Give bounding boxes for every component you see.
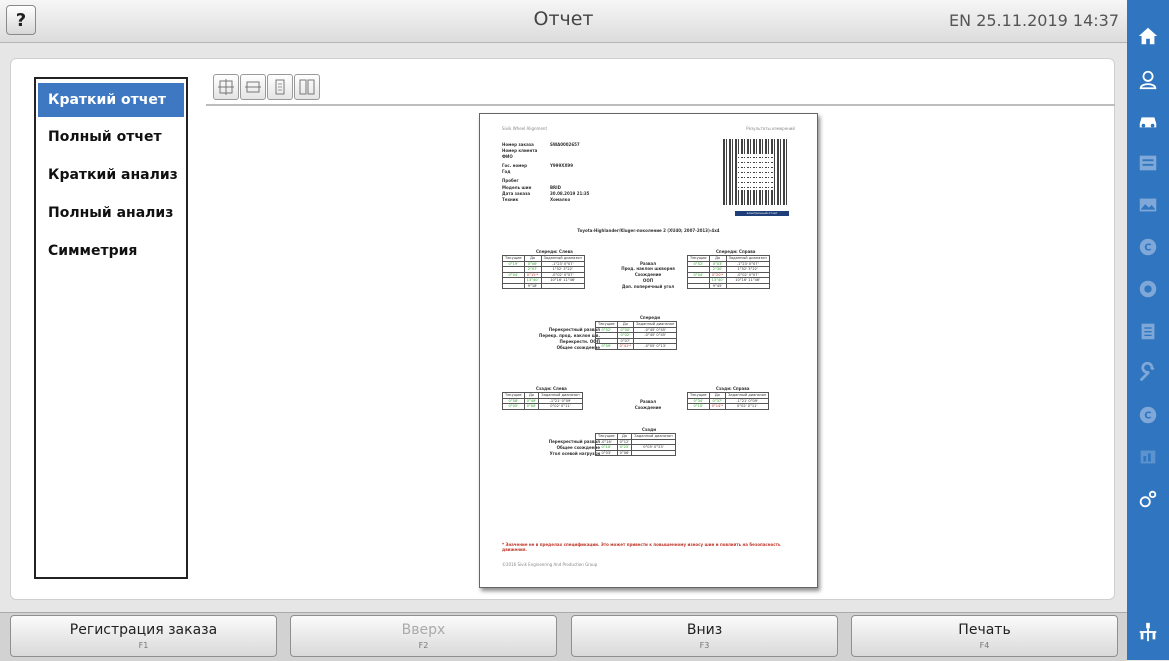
field-value: BRID (550, 185, 561, 190)
gears-icon[interactable] (1127, 479, 1169, 519)
language-datetime: EN 25.11.2019 14:37 (949, 11, 1119, 30)
button-label: Регистрация заказа (69, 622, 218, 638)
rear-left-table: Текущие До Заданный диапазон 0°58' 0°49' -1°… (502, 392, 583, 410)
front-title: Спереди (640, 315, 661, 320)
fit-width-button[interactable] (240, 74, 266, 100)
single-page-icon (275, 79, 285, 95)
param-label: ООП (642, 278, 654, 283)
network-icon[interactable] (1127, 612, 1169, 652)
front-right-table: Текущие До Заданный диапазон 0°52' 0°03' -1°… (687, 255, 770, 289)
title-bar: ? Отчет EN 25.11.2019 14:37 (0, 0, 1127, 43)
electronic-report-badge: электронный отчет (735, 211, 789, 216)
print-button[interactable]: Печать F4 (851, 615, 1118, 657)
param-label: Развал (639, 399, 657, 404)
rear-title: Сзади (642, 427, 656, 432)
menu-item-short-report[interactable]: Краткий отчет (38, 83, 184, 117)
qr-code (723, 139, 789, 205)
rear-right-table: Текущие До Заданный диапазон 0°34' 0°37' -1°… (687, 392, 770, 410)
button-key-hint: F4 (979, 641, 990, 650)
field-label: Дата заказа (502, 191, 531, 196)
toolbar-divider (206, 104, 1115, 106)
param-label: Схождение (634, 272, 662, 277)
button-key-hint: F2 (418, 641, 429, 650)
param-label: Перекр. прод. наклон шв. (539, 333, 600, 338)
fit-page-icon (218, 79, 234, 95)
up-button[interactable]: Вверх F2 (290, 615, 557, 657)
param-label: Схождение (634, 405, 662, 410)
list-icon[interactable] (1127, 143, 1169, 183)
param-label: Общее схождение (556, 445, 600, 450)
button-label: Вниз (686, 622, 723, 638)
wrench-icon[interactable] (1127, 353, 1169, 393)
front-cross-table: Текущие До Заданный диапазон 0°02' 0°00' -0°… (595, 321, 678, 350)
rear-right-title: Сзади: Справа (716, 386, 750, 391)
down-button[interactable]: Вниз F3 (571, 615, 838, 657)
two-pages-icon (299, 79, 315, 95)
field-value: 30.08.2019 21:35 (550, 191, 590, 196)
clipboard-icon[interactable] (1127, 311, 1169, 351)
param-label: Перекрестн. ООП (559, 339, 600, 344)
gauge-icon[interactable] (1127, 269, 1169, 309)
home-icon[interactable] (1127, 16, 1169, 56)
field-value: Y999XX99 (550, 163, 573, 168)
param-label: Доп. поперечный угол (621, 284, 675, 289)
field-label: Пробег (502, 178, 519, 183)
param-label: Общее схождение (556, 345, 600, 350)
report-type-menu: Краткий отчет Полный отчет Краткий анали… (34, 77, 188, 579)
param-label: Перекрестный развал (548, 327, 600, 332)
field-label: Год (502, 169, 511, 174)
front-left-title: Спереди: Слева (536, 249, 573, 254)
warning-text: * Значение не в пределах спецификации. Э… (502, 542, 781, 552)
field-label: Техник (502, 197, 519, 202)
field-value: SWA0002657 (550, 142, 580, 147)
svg-text:C: C (1144, 243, 1151, 254)
map-icon[interactable] (1127, 185, 1169, 225)
right-navigation-bar: C C (1127, 0, 1169, 660)
report-preview[interactable]: Sivik Wheel Alignment Результаты измерен… (479, 113, 818, 588)
field-label: Номер клиента (502, 148, 538, 153)
report-header-right: Результаты измерений (746, 126, 795, 131)
field-label: Гос. номер (502, 163, 527, 168)
report-footer: ©2016 Sivik Engineering And Production G… (502, 562, 598, 567)
rear-cross-table: Текущие До Заданный диапазон -0°16' 0°12' 0… (595, 433, 676, 456)
vehicle-title: Toyota›Highlander/Kluger›поколение 2 (XU… (577, 228, 720, 233)
report-header-left: Sivik Wheel Alignment (502, 126, 548, 131)
button-label: Печать (958, 622, 1011, 638)
button-key-hint: F1 (138, 641, 149, 650)
user-icon[interactable] (1127, 60, 1169, 100)
register-order-button[interactable]: Регистрация заказа F1 (10, 615, 277, 657)
fit-width-icon (245, 81, 261, 93)
field-value: Хомалко (550, 197, 571, 202)
fit-page-button[interactable] (213, 74, 239, 100)
rear-left-title: Сзади: Слева (536, 386, 567, 391)
front-left-table: Текущие До Заданный диапазон 0°19' 0°06' -1°… (502, 255, 585, 289)
c-icon[interactable]: C (1127, 227, 1169, 267)
param-label: Прод. наклон шкворня (621, 266, 675, 271)
button-label: Вверх (401, 622, 446, 638)
menu-item-full-report[interactable]: Полный отчет (36, 119, 186, 155)
chart-icon[interactable] (1127, 437, 1169, 477)
param-label: Перекрестный развал (548, 439, 600, 444)
menu-item-short-analysis[interactable]: Краткий анализ (36, 157, 186, 193)
button-key-hint: F3 (699, 641, 710, 650)
field-label: Номер заказа (502, 142, 534, 147)
settings-icon[interactable]: C (1127, 395, 1169, 435)
car-icon[interactable] (1127, 101, 1169, 141)
param-label: Угол осевой нагрузки (549, 451, 600, 456)
menu-item-symmetry[interactable]: Симметрия (36, 233, 186, 269)
two-pages-button[interactable] (294, 74, 320, 100)
field-label: Модель шин (502, 185, 532, 190)
single-page-button[interactable] (267, 74, 293, 100)
front-right-title: Спереди: Справа (716, 249, 756, 254)
field-label: ФИО (502, 154, 513, 159)
svg-text:C: C (1144, 411, 1151, 422)
menu-item-full-analysis[interactable]: Полный анализ (36, 195, 186, 231)
